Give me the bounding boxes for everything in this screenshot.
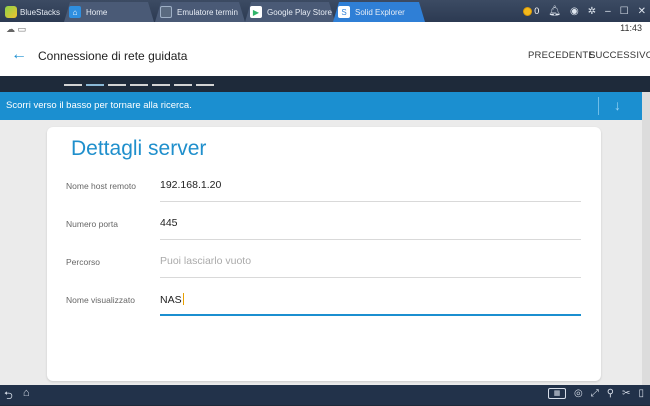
bluestacks-logo-icon [5, 6, 17, 18]
path-input[interactable]: Puoi lasciarlo vuoto [160, 248, 581, 278]
arrow-down-icon[interactable]: ↓ [614, 97, 621, 113]
bluestacks-window: BlueStacks ⌂ Home Emulatore termin ▶ Goo… [0, 0, 650, 405]
tab-play-store[interactable]: ▶ Google Play Store [245, 2, 335, 22]
tab-label: BlueStacks [20, 7, 61, 17]
bottom-toolbar: ⮌ ⌂ ▦ ◎ ⤢ ⚲ ✂ ▯ [0, 385, 650, 405]
card-title: Dettagli server [71, 137, 207, 160]
field-row-port: Numero porta 445 [66, 210, 586, 240]
field-row-path: Percorso Puoi lasciarlo vuoto [66, 248, 586, 278]
phone-icon[interactable]: ▯ [638, 388, 644, 399]
android-status-bar: ☁ ▭ 11:43 [0, 22, 650, 36]
display-name-label: Nome visualizzato [66, 295, 135, 305]
field-row-display-name: Nome visualizzato NAS [66, 286, 586, 316]
host-label: Nome host remoto [66, 181, 136, 191]
tab-bluestacks[interactable]: BlueStacks [0, 2, 62, 22]
banner-text: Scorri verso il basso per tornare alla r… [6, 100, 192, 111]
text-cursor [182, 293, 184, 305]
tab-label: Emulatore termin [177, 7, 238, 17]
status-time: 11:43 [620, 23, 642, 33]
tab-home[interactable]: ⌂ Home [64, 2, 154, 22]
page-title: Connessione di rete guidata [38, 49, 188, 63]
tab-solid-explorer[interactable]: S Solid Explorer [333, 2, 425, 22]
back-nav-icon[interactable]: ⮌ [4, 387, 13, 406]
host-value: 192.168.1.20 [160, 179, 222, 191]
status-icons: ☁ ▭ [6, 24, 27, 34]
step-indicator-current [86, 84, 104, 86]
back-arrow-icon[interactable]: ← [10, 44, 28, 66]
host-input[interactable]: 192.168.1.20 [160, 172, 581, 202]
path-label: Percorso [66, 257, 101, 267]
display-name-value: NAS [160, 293, 184, 306]
home-icon: ⌂ [69, 6, 81, 18]
tab-label: Solid Explorer [355, 7, 405, 17]
keyboard-icon[interactable]: ▦ [548, 388, 567, 399]
title-bar: BlueStacks ⌂ Home Emulatore termin ▶ Goo… [0, 0, 650, 22]
step-indicator [108, 84, 126, 86]
play-store-icon: ▶ [250, 6, 262, 18]
close-icon[interactable]: ✕ [638, 6, 646, 17]
home-nav-icon[interactable]: ⌂ [23, 387, 30, 406]
port-label: Numero porta [66, 219, 118, 229]
port-input[interactable]: 445 [160, 210, 581, 240]
gear-icon[interactable]: ✲ [588, 6, 596, 17]
port-value: 445 [160, 217, 178, 229]
screenshot-icon[interactable]: ◎ [574, 388, 583, 399]
banner-divider [598, 97, 599, 115]
side-scroll-strip [642, 92, 650, 385]
scroll-hint-banner[interactable]: Scorri verso il basso per tornare alla r… [0, 92, 642, 120]
solid-explorer-icon: S [338, 6, 350, 18]
coins-counter[interactable]: 0 [523, 6, 539, 16]
scissors-icon[interactable]: ✂ [622, 388, 630, 399]
tab-terminal[interactable]: Emulatore termin [155, 2, 245, 22]
step-indicator [64, 84, 82, 86]
step-indicator [130, 84, 148, 86]
display-name-input[interactable]: NAS [160, 286, 581, 316]
previous-button[interactable]: PRECEDENTE [528, 50, 595, 61]
maximize-icon[interactable]: ☐ [620, 6, 629, 17]
tab-label: Home [86, 7, 108, 17]
fullscreen-icon[interactable]: ⤢ [591, 388, 599, 399]
coins-value: 0 [534, 6, 540, 16]
step-indicator [152, 84, 170, 86]
field-row-host: Nome host remoto 192.168.1.20 [66, 172, 586, 202]
minimize-icon[interactable]: – [605, 6, 611, 17]
terminal-icon [160, 6, 172, 18]
tab-label: Google Play Store [267, 7, 332, 17]
bell-icon[interactable]: 🔔︎ [548, 6, 561, 17]
app-bar: ← Connessione di rete guidata PRECEDENTE… [0, 36, 650, 76]
path-placeholder: Puoi lasciarlo vuoto [160, 255, 252, 267]
record-icon[interactable]: ◉ [570, 6, 579, 17]
display-name-text: NAS [160, 294, 182, 306]
step-progress [64, 84, 214, 86]
step-indicator [174, 84, 192, 86]
content-area: Dettagli server Nome host remoto 192.168… [0, 120, 642, 385]
step-indicator [196, 84, 214, 86]
coin-icon [523, 6, 533, 16]
next-button[interactable]: SUCCESSIVO [589, 50, 650, 61]
window-controls: 0 🔔︎ ◉ ✲ – ☐ ✕ [523, 3, 646, 19]
location-icon[interactable]: ⚲ [607, 388, 614, 399]
server-details-card: Dettagli server Nome host remoto 192.168… [47, 127, 601, 381]
